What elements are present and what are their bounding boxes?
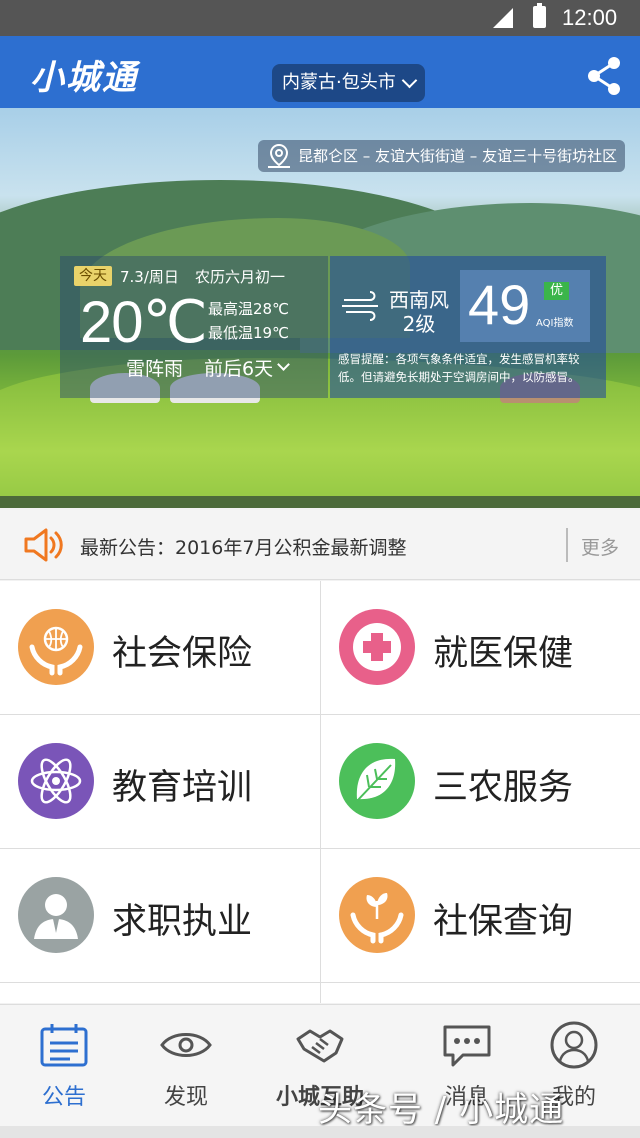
aqi-level-badge: 优	[544, 282, 570, 300]
service-label: 求职执业	[112, 902, 253, 942]
hands-globe-icon	[18, 609, 94, 685]
lunar-date: 农历六月初一	[195, 268, 286, 286]
notice-bar[interactable]: 最新公告：2016年7月公积金最新调整 更多	[0, 510, 640, 580]
location-pin-icon	[268, 143, 290, 168]
app-bar: 小城通 内蒙古·包头市	[0, 36, 640, 108]
today-badge: 今天	[74, 266, 112, 286]
leaf-icon	[339, 743, 415, 819]
service-agriculture[interactable]: 三农服务	[320, 715, 640, 849]
wind-level: 2级	[402, 312, 436, 336]
handshake-icon	[296, 1029, 344, 1063]
service-education[interactable]: 教育培训	[0, 715, 320, 849]
hands-plant-icon	[339, 877, 415, 953]
medical-cross-icon	[339, 609, 415, 685]
chevron-down-icon	[401, 72, 418, 88]
weather-detail-panel: 西南风 2级 49 优 AQI指数 感冒提醒：各项气象条件适宜，发生感冒机率较低…	[330, 256, 606, 398]
wind-icon	[342, 291, 378, 321]
share-icon[interactable]	[586, 56, 622, 96]
eye-icon	[160, 1033, 212, 1057]
forecast-toggle[interactable]: 前后6天	[204, 354, 290, 381]
service-social-insurance[interactable]: 社会保险	[0, 581, 320, 715]
nav-label: 公告	[41, 1085, 86, 1110]
current-temperature: 20℃	[80, 290, 208, 355]
health-tip: 感冒提醒：各项气象条件适宜，发生感冒机率较低。但请避免长期处于空调房间中，以防感…	[338, 352, 580, 384]
service-label: 就医保健	[433, 634, 574, 674]
divider	[566, 528, 568, 562]
address-text: 昆都仑区 – 友谊大街街道 – 友谊三十号街坊社区	[298, 147, 618, 165]
low-temperature: 最低温19℃	[208, 324, 289, 342]
more-link[interactable]: 更多	[581, 533, 619, 560]
service-jobs[interactable]: 求职执业	[0, 849, 320, 983]
service-insurance-query[interactable]: 社保查询	[320, 849, 640, 983]
service-label: 教育培训	[112, 768, 253, 808]
chat-bubble-icon	[443, 1025, 491, 1067]
aqi-value: 49	[468, 273, 531, 336]
notice-board-icon	[40, 1024, 88, 1067]
location-address[interactable]: 昆都仑区 – 友谊大街街道 – 友谊三十号街坊社区	[258, 140, 626, 172]
banner-edge	[0, 496, 640, 508]
aqi-box: 49 优 AQI指数	[460, 270, 590, 342]
watermark: 头条号 / 小城通	[318, 1090, 565, 1130]
signal-icon	[493, 8, 513, 28]
status-bar: 12:00	[0, 0, 640, 36]
service-label: 三农服务	[433, 768, 574, 808]
app-logo: 小城通	[30, 58, 138, 98]
weather-condition: 雷阵雨	[126, 358, 184, 380]
service-grid: 社会保险 就医保健 教育培训 三农服务 求职执业 社保查询	[0, 581, 640, 1003]
nav-tab-discover[interactable]: 发现	[122, 1005, 250, 1127]
chevron-down-icon	[277, 358, 290, 371]
service-label: 社保查询	[433, 902, 574, 942]
person-suit-icon	[18, 877, 94, 953]
notice-text[interactable]: 最新公告：2016年7月公积金最新调整	[80, 533, 406, 560]
weather-banner: 昆都仑区 – 友谊大街街道 – 友谊三十号街坊社区 今天 7.3/周日 农历六月…	[0, 108, 640, 508]
bottom-strip	[0, 1126, 640, 1138]
city-label: 内蒙古·包头市	[282, 72, 396, 93]
high-temperature: 最高温28℃	[208, 300, 289, 318]
weather-today-panel[interactable]: 今天 7.3/周日 农历六月初一 20℃ 最高温28℃ 最低温19℃ 雷阵雨 前…	[60, 256, 328, 398]
nav-label: 发现	[163, 1085, 208, 1110]
battery-icon	[533, 3, 546, 28]
grid-row-partial	[0, 983, 320, 1003]
service-label: 社会保险	[112, 634, 253, 674]
atom-icon	[18, 743, 94, 819]
speaker-icon	[24, 528, 63, 562]
status-time: 12:00	[562, 5, 618, 30]
user-avatar-icon	[550, 1021, 598, 1069]
service-healthcare[interactable]: 就医保健	[320, 581, 640, 715]
grid-row-partial	[320, 983, 640, 1003]
nav-tab-notice[interactable]: 公告	[0, 1005, 128, 1127]
forecast-label: 前后6天	[204, 358, 274, 380]
city-selector[interactable]: 内蒙古·包头市	[272, 64, 425, 102]
weather-date: 7.3/周日	[120, 268, 179, 286]
aqi-label: AQI指数	[536, 318, 574, 329]
